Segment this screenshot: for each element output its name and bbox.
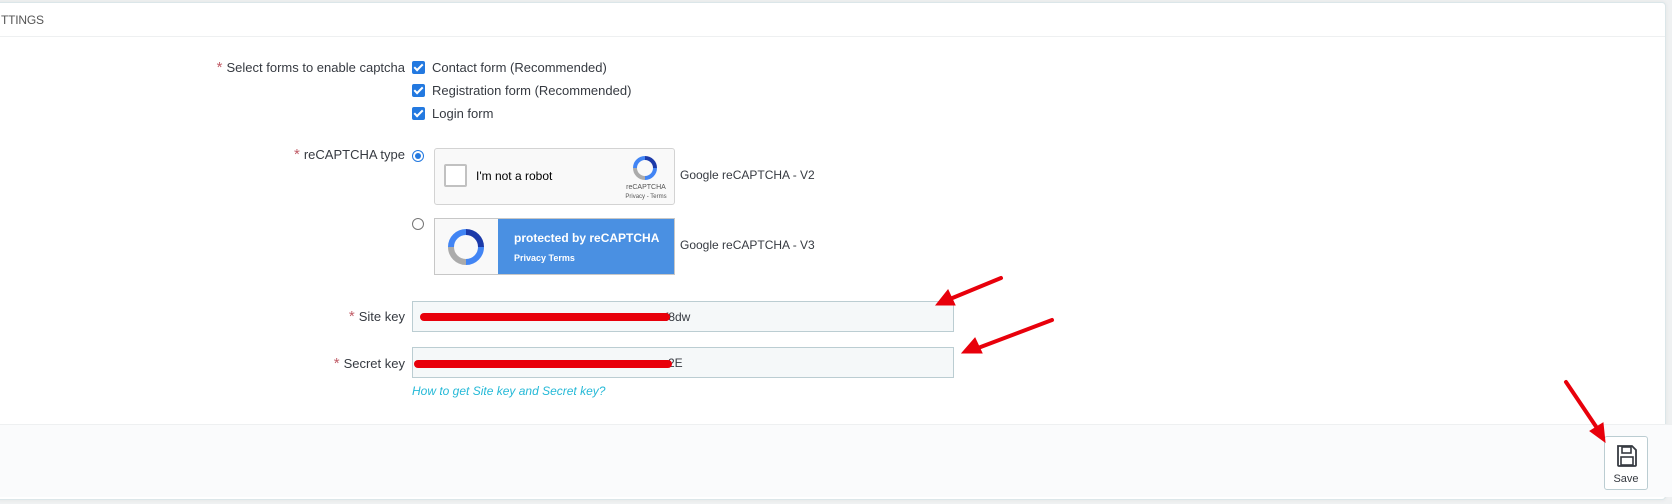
checkbox-checked[interactable] (412, 60, 425, 74)
forms-label: * Select forms to enable captcha (216, 59, 405, 76)
site-key-label: * Site key (348, 308, 405, 325)
save-button[interactable]: Save (1604, 436, 1648, 490)
recaptcha-v3-title: protected by reCAPTCHA (514, 231, 660, 245)
redaction-mark (420, 313, 670, 321)
recaptcha-v3-links: Privacy Terms (514, 253, 575, 263)
recaptcha-v2-preview: I'm not a robot reCAPTCHA Privacy - Term… (434, 148, 675, 205)
recaptcha-logo-area (435, 219, 498, 274)
radio-recaptcha-v2[interactable] (412, 150, 424, 162)
robot-text: I'm not a robot (476, 169, 553, 183)
checkbox-checked[interactable] (412, 106, 425, 120)
checkbox-contact-form[interactable]: Contact form (Recommended) (412, 58, 607, 76)
checkbox-checked[interactable] (412, 83, 425, 97)
checkbox-label: Registration form (Recommended) (432, 82, 632, 98)
recaptcha-v3-caption: Google reCAPTCHA - V3 (680, 238, 815, 252)
floppy-disk-icon (1617, 445, 1637, 467)
recaptcha-v3-preview: protected by reCAPTCHA Privacy Terms (434, 218, 675, 275)
recaptcha-brand: reCAPTCHA (626, 184, 666, 191)
save-label: Save (1613, 473, 1639, 485)
panel-footer (0, 424, 1672, 497)
panel-title: TTINGS (1, 13, 44, 27)
recaptcha-links: Privacy - Terms (625, 194, 667, 200)
recaptcha-v2-caption: Google reCAPTCHA - V2 (680, 168, 815, 182)
required-marker: * (294, 146, 300, 163)
help-keys-link[interactable]: How to get Site key and Secret key? (412, 384, 605, 398)
secret-key-label: * Secret key (333, 355, 405, 372)
required-marker: * (216, 59, 223, 76)
checkbox-login-form[interactable]: Login form (412, 104, 493, 122)
panel-heading: TTINGS (0, 3, 1665, 37)
recaptcha-type-label: * reCAPTCHA type (294, 146, 405, 163)
robot-checkbox (444, 164, 467, 187)
checkbox-registration-form[interactable]: Registration form (Recommended) (412, 81, 631, 99)
redaction-mark (414, 360, 672, 368)
radio-recaptcha-v3[interactable] (412, 218, 424, 230)
recaptcha-logo-icon (448, 229, 484, 265)
recaptcha-logo-icon (633, 156, 657, 180)
checkbox-label: Login form (432, 105, 494, 121)
required-marker: * (348, 308, 355, 325)
checkbox-label: Contact form (Recommended) (432, 59, 607, 75)
required-marker: * (333, 355, 340, 372)
